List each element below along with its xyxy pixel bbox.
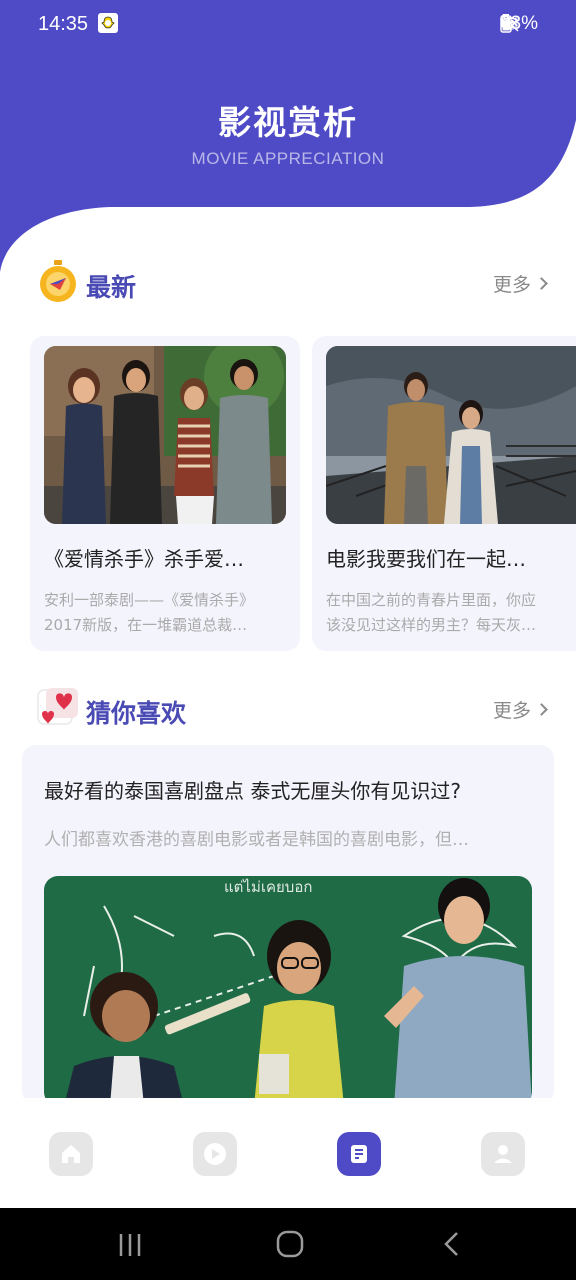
recommend-article-card[interactable]: 最好看的泰国喜剧盘点 泰式无厘头你有见识过? 人们都喜欢香港的喜剧电影或者是韩国… xyxy=(22,745,554,1105)
page-subtitle: MOVIE APPRECIATION xyxy=(191,149,385,168)
card-desc: 在中国之前的青春片里面，你应 该没见过这样的男主？每天灰… xyxy=(326,588,576,638)
back-icon[interactable] xyxy=(440,1230,464,1258)
card-desc: 安利一部泰剧——《爱情杀手》 2017新版，在一堆霸道总裁… xyxy=(44,588,282,638)
card-image xyxy=(44,346,286,524)
latest-section-header: 最新 更多 xyxy=(0,260,576,310)
play-icon xyxy=(204,1143,226,1165)
tab-article[interactable] xyxy=(337,1132,381,1176)
article-image: แต่ไม่เคยบอก xyxy=(44,876,532,1105)
bottom-tab-bar xyxy=(0,1098,576,1208)
chevron-right-icon xyxy=(535,703,548,716)
tab-profile[interactable] xyxy=(481,1132,525,1176)
article-title: 最好看的泰国喜剧盘点 泰式无厘头你有见识过? xyxy=(44,779,461,803)
page-title: 影视赏析 xyxy=(218,103,358,142)
article-icon xyxy=(351,1145,367,1163)
battery-icon xyxy=(500,14,512,33)
latest-card[interactable]: 《爱情杀手》杀手爱… 安利一部泰剧——《爱情杀手》 2017新版，在一堆霸道总裁… xyxy=(30,336,300,651)
latest-more-link[interactable]: 更多 xyxy=(492,270,548,297)
home-icon xyxy=(62,1145,80,1163)
card-desc-line: 在中国之前的青春片里面，你应 xyxy=(326,591,537,609)
recent-apps-icon[interactable] xyxy=(116,1232,144,1258)
recommend-more-label: 更多 xyxy=(492,700,531,722)
stopwatch-icon xyxy=(40,260,76,302)
dot-icon xyxy=(105,20,111,26)
status-bar: 14:35 63% xyxy=(0,0,576,50)
card-desc-line: 该没见过这样的男主？每天灰… xyxy=(326,616,537,634)
tab-video[interactable] xyxy=(193,1132,237,1176)
recommend-more-link[interactable]: 更多 xyxy=(492,696,548,723)
card-desc-line: 安利一部泰剧——《爱情杀手》 xyxy=(44,591,255,609)
card-image xyxy=(326,346,576,524)
latest-card[interactable]: 电影我要我们在一起… 在中国之前的青春片里面，你应 该没见过这样的男主？每天灰… xyxy=(312,336,576,651)
latest-more-label: 更多 xyxy=(492,274,531,296)
article-image-text: แต่ไม่เคยบอก xyxy=(224,878,312,896)
recommend-title: 猜你喜欢 xyxy=(86,699,187,728)
status-time: 14:35 xyxy=(38,13,89,35)
recommend-section-header: 猜你喜欢 更多 xyxy=(0,686,576,736)
home-button-icon[interactable] xyxy=(275,1229,305,1259)
chevron-right-icon xyxy=(535,277,548,290)
card-desc-line: 2017新版，在一堆霸道总裁… xyxy=(44,616,248,634)
heart-message-icon xyxy=(37,688,78,725)
user-icon xyxy=(494,1145,512,1163)
card-title: 电影我要我们在一起… xyxy=(326,547,526,571)
tab-home[interactable] xyxy=(49,1132,93,1176)
article-desc: 人们都喜欢香港的喜剧电影或者是韩国的喜剧电影，但… xyxy=(44,830,469,850)
latest-title: 最新 xyxy=(86,273,137,302)
system-navigation-bar xyxy=(0,1208,576,1280)
card-title: 《爱情杀手》杀手爱… xyxy=(44,547,244,571)
